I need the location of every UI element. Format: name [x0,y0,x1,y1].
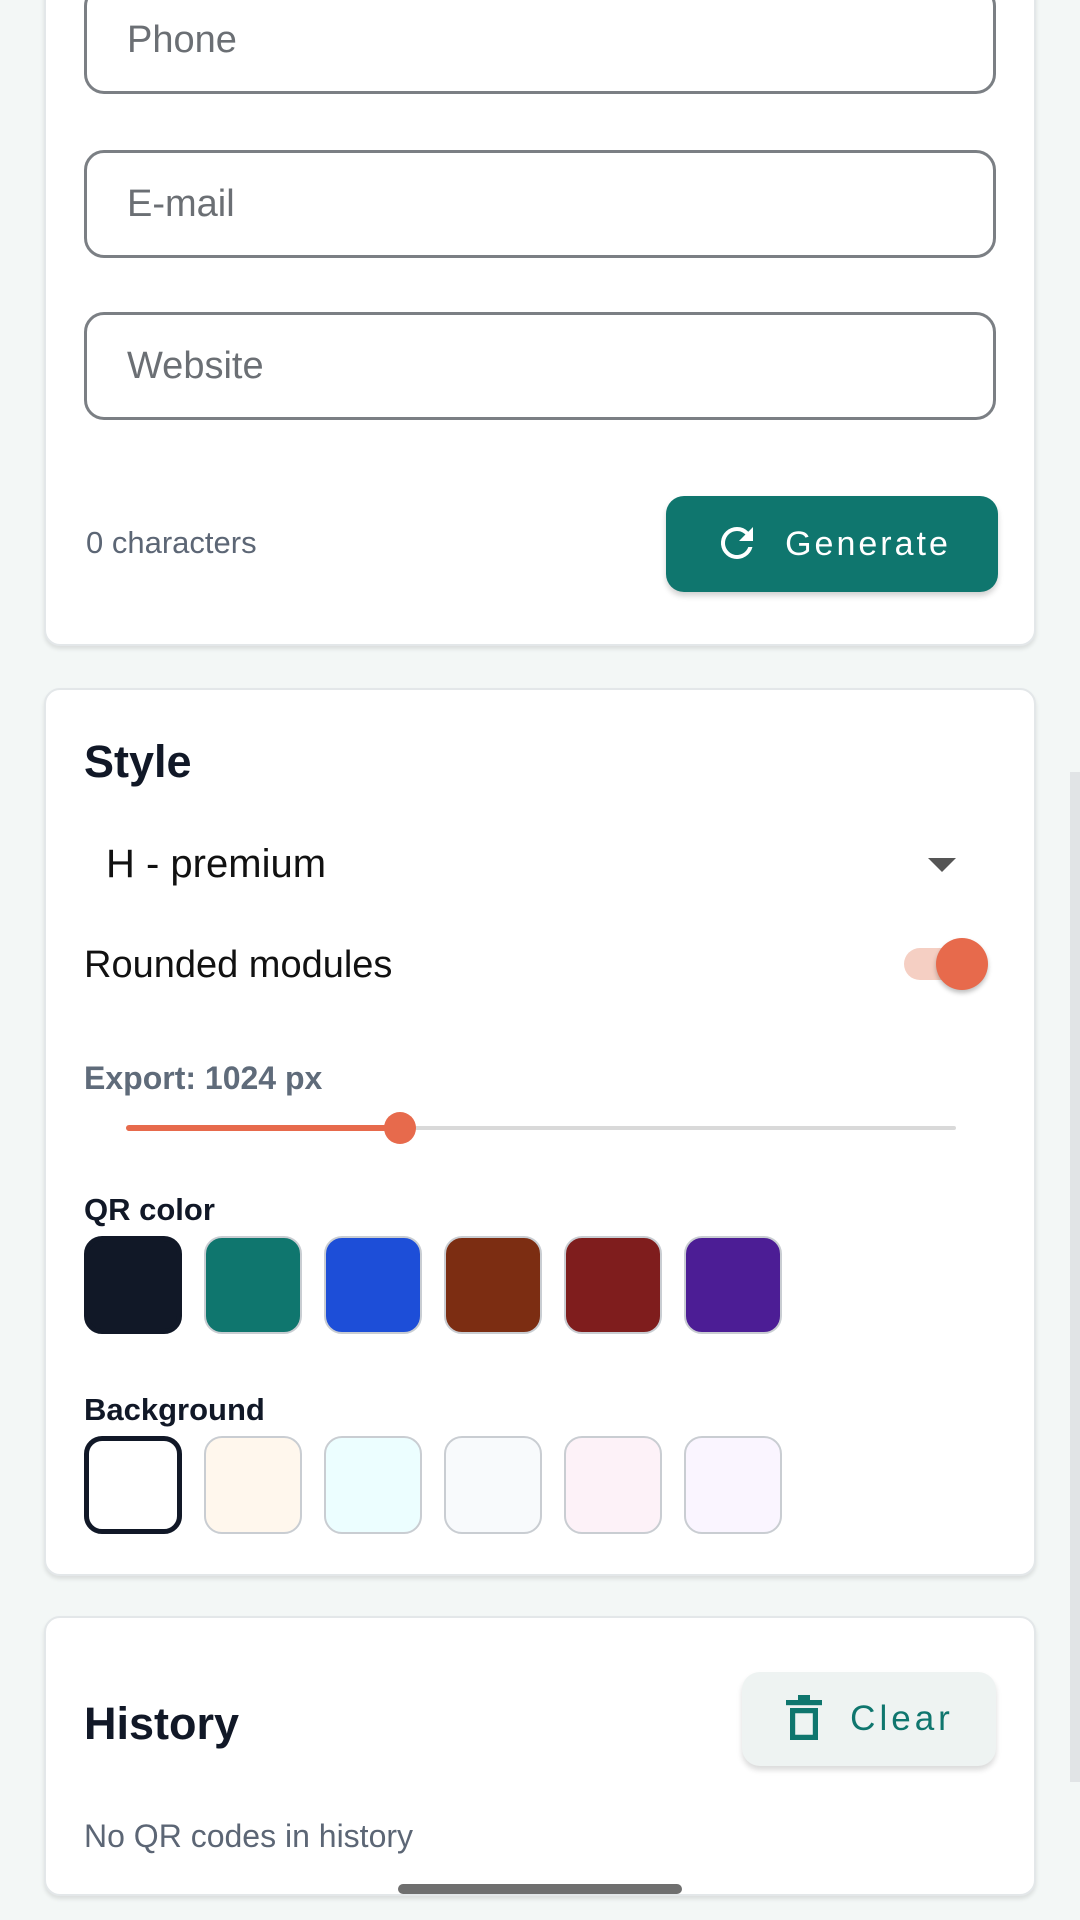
error-correction-dropdown[interactable]: H - premium [84,824,996,904]
trash-icon [784,1694,824,1745]
clear-history-button[interactable]: Clear [742,1672,996,1766]
scrollbar[interactable] [1070,772,1080,1782]
style-card: Style H - premium Rounded modules Export… [44,688,1036,1576]
caret-down-icon [928,858,956,872]
qr-color-swatch-5[interactable] [564,1236,662,1334]
slider-thumb[interactable] [383,1112,416,1144]
background-color-swatch-1[interactable] [84,1436,182,1534]
qr-color-label: QR color [84,1192,215,1227]
home-indicator[interactable] [398,1884,682,1894]
website-input[interactable] [84,312,996,420]
qr-color-swatches [84,1236,782,1334]
refresh-icon [713,519,761,570]
generate-button-label: Generate [785,524,951,563]
background-color-swatches [84,1436,782,1534]
qr-color-swatch-4[interactable] [444,1236,542,1334]
history-title: History [84,1698,240,1749]
background-color-swatch-2[interactable] [204,1436,302,1534]
style-title: Style [84,736,192,787]
switch-thumb [936,938,988,990]
qr-color-swatch-2[interactable] [204,1236,302,1334]
history-empty-text: No QR codes in history [84,1818,414,1854]
background-color-swatch-5[interactable] [564,1436,662,1534]
contact-form-card: 0 characters Generate [44,0,1036,646]
clear-button-label: Clear [850,1699,954,1738]
background-label: Background [84,1392,265,1427]
phone-input[interactable] [84,0,996,94]
background-color-swatch-3[interactable] [324,1436,422,1534]
background-color-swatch-4[interactable] [444,1436,542,1534]
generate-button[interactable]: Generate [666,496,998,592]
history-card: History Clear No QR codes in history [44,1616,1036,1896]
email-input[interactable] [84,150,996,258]
qr-color-swatch-1[interactable] [84,1236,182,1334]
rounded-modules-switch[interactable] [904,936,994,992]
slider-fill [126,1125,400,1131]
rounded-modules-label: Rounded modules [84,944,393,986]
dropdown-value: H - premium [106,841,327,886]
background-color-swatch-6[interactable] [684,1436,782,1534]
character-count: 0 characters [86,525,257,560]
qr-color-swatch-3[interactable] [324,1236,422,1334]
qr-color-swatch-6[interactable] [684,1236,782,1334]
export-size-slider[interactable] [126,1106,956,1150]
export-size-label: Export: 1024 px [84,1060,323,1096]
